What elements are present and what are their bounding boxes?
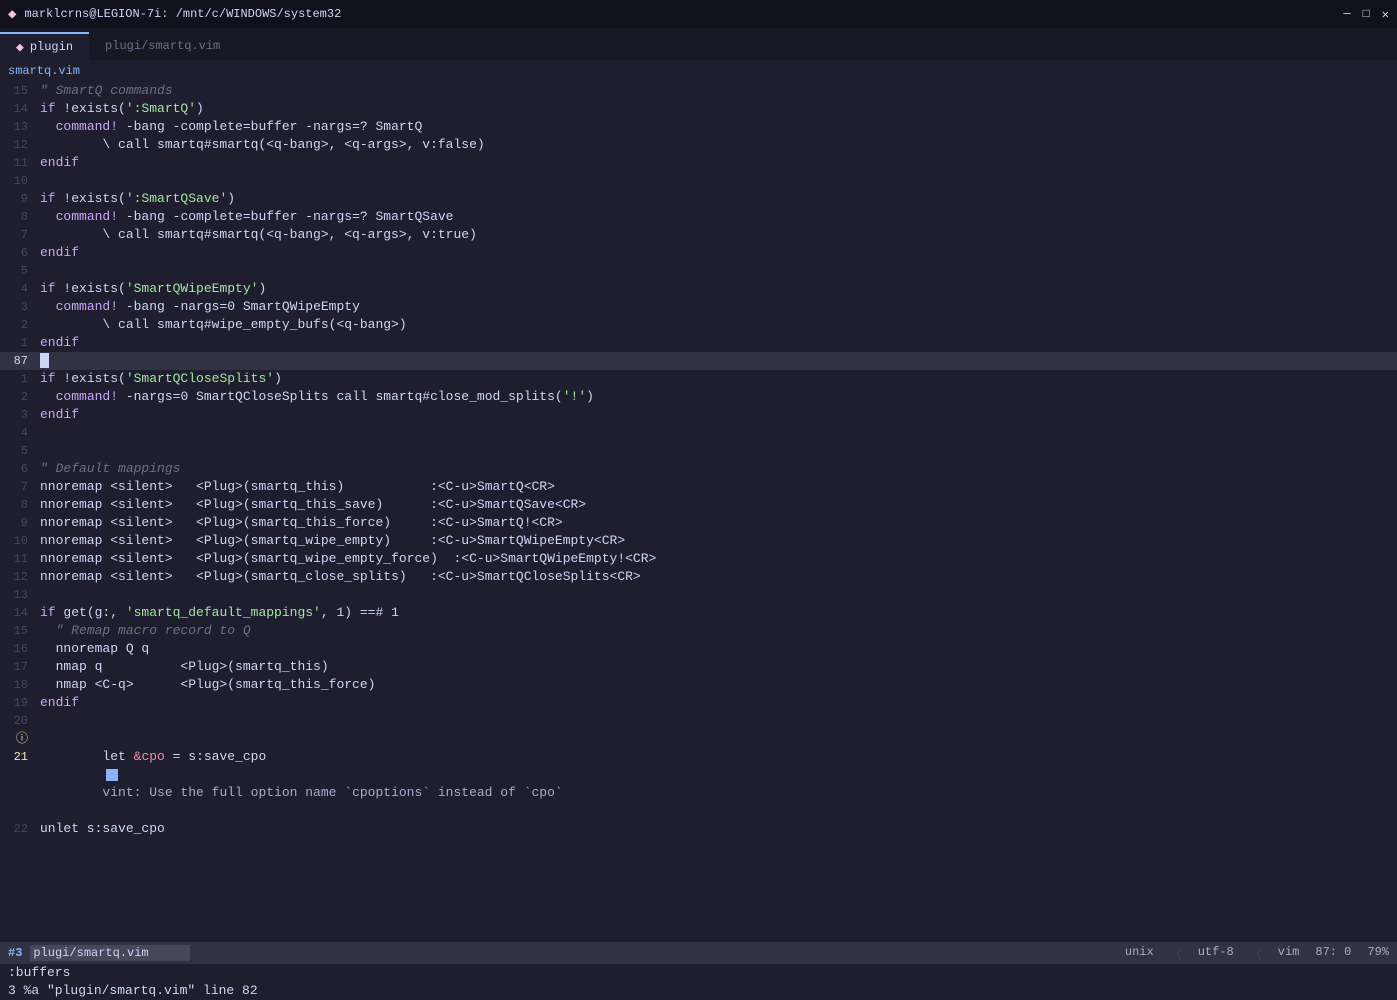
code-line: 7 nnoremap <silent> <Plug>(smartq_this) … [0,478,1397,496]
code-line: 3 endif [0,406,1397,424]
status-file [30,945,190,961]
code-line: 18 nmap <C-q> <Plug>(smartq_this_force) [0,676,1397,694]
tab-plugin-label: plugin [30,40,73,54]
file-name: smartq.vim [8,64,80,78]
status-percent: 79% [1367,945,1389,962]
code-line: 3 command! -bang -nargs=0 SmartQWipeEmpt… [0,298,1397,316]
status-position: 87: 0 [1315,945,1351,962]
code-line: 15 " Remap macro record to Q [0,622,1397,640]
status-chevron2: 〈 [1250,945,1262,962]
cmd-buf-line: 3 %a "plugin/smartq.vim" line 82 [8,982,1389,1000]
code-line: 6 " Default mappings [0,460,1397,478]
code-line: 19 endif [0,694,1397,712]
tab-bar: ◆ plugin plugi/smartq.vim [0,28,1397,60]
code-line: 8 nnoremap <silent> <Plug>(smartq_this_s… [0,496,1397,514]
code-line: 11 nnoremap <silent> <Plug>(smartq_wipe_… [0,550,1397,568]
status-right: unix 〈 utf-8 〈 vim 87: 0 79% [1125,945,1389,962]
code-line: 4 [0,424,1397,442]
code-container: 15 " SmartQ commands 14 if !exists(':Sma… [0,82,1397,942]
code-line: 2 \ call smartq#wipe_empty_bufs(<q-bang>… [0,316,1397,334]
window-controls: ─ □ ✕ [1343,7,1389,22]
code-line: 9 if !exists(':SmartQSave') [0,190,1397,208]
code-line: 9 nnoremap <silent> <Plug>(smartq_this_f… [0,514,1397,532]
code-line: 14 if !exists(':SmartQ') [0,100,1397,118]
code-line: 14 if get(g:, 'smartq_default_mappings',… [0,604,1397,622]
file-name-bar: smartq.vim [0,60,1397,82]
code-line: 5 [0,442,1397,460]
code-line: 1 if !exists('SmartQCloseSplits') [0,370,1397,388]
vim-mode: #3 [8,946,22,960]
status-file-input[interactable] [30,945,190,961]
cmd-buf-content: 3 %a "plugin/smartq.vim" line 82 [8,982,258,1000]
command-line: :buffers 3 %a "plugin/smartq.vim" line 8… [0,964,1397,1000]
code-line: 10 [0,172,1397,190]
current-code-line: 87 [0,352,1397,370]
code-line: 16 nnoremap Q q [0,640,1397,658]
cmd-buffers-label: :buffers [8,964,70,982]
maximize-button[interactable]: □ [1363,7,1370,22]
code-line: 20 [0,712,1397,730]
code-line: 13 command! -bang -complete=buffer -narg… [0,118,1397,136]
tab-smartq[interactable]: plugi/smartq.vim [89,32,236,60]
status-encoding: utf-8 [1198,945,1234,962]
code-line: 11 endif [0,154,1397,172]
terminal-icon: ◆ [8,6,16,23]
code-line: 5 [0,262,1397,280]
warning-line: ⓘ 21 let &cpo = s:save_cpo vint: Use the… [0,730,1397,820]
cmd-buffers: :buffers [8,964,1389,982]
code-line: 10 nnoremap <silent> <Plug>(smartq_wipe_… [0,532,1397,550]
code-line: 1 endif [0,334,1397,352]
close-button[interactable]: ✕ [1382,7,1389,22]
code-line: 8 command! -bang -complete=buffer -nargs… [0,208,1397,226]
code-line: 6 endif [0,244,1397,262]
editor: 15 " SmartQ commands 14 if !exists(':Sma… [0,82,1397,942]
code-line: 7 \ call smartq#smartq(<q-bang>, <q-args… [0,226,1397,244]
status-filetype: vim [1278,945,1300,962]
title-bar: ◆ marklcrns@LEGION-7i: /mnt/c/WINDOWS/sy… [0,0,1397,28]
minimize-button[interactable]: ─ [1343,7,1350,22]
code-line: 2 command! -nargs=0 SmartQCloseSplits ca… [0,388,1397,406]
tab-plugin-icon: ◆ [16,40,24,55]
code-line: 12 \ call smartq#smartq(<q-bang>, <q-arg… [0,136,1397,154]
tab-plugin[interactable]: ◆ plugin [0,32,89,60]
tab-smartq-label: plugi/smartq.vim [105,39,220,53]
status-chevron1: 〈 [1170,945,1182,962]
code-line: 13 [0,586,1397,604]
code-line: 17 nmap q <Plug>(smartq_this) [0,658,1397,676]
code-line: 22 unlet s:save_cpo [0,820,1397,838]
status-bar: #3 unix 〈 utf-8 〈 vim 87: 0 79% [0,942,1397,964]
status-unix: unix [1125,945,1154,962]
code-line: 12 nnoremap <silent> <Plug>(smartq_close… [0,568,1397,586]
code-line: 4 if !exists('SmartQWipeEmpty') [0,280,1397,298]
window-title: marklcrns@LEGION-7i: /mnt/c/WINDOWS/syst… [24,7,341,21]
code-line: 15 " SmartQ commands [0,82,1397,100]
